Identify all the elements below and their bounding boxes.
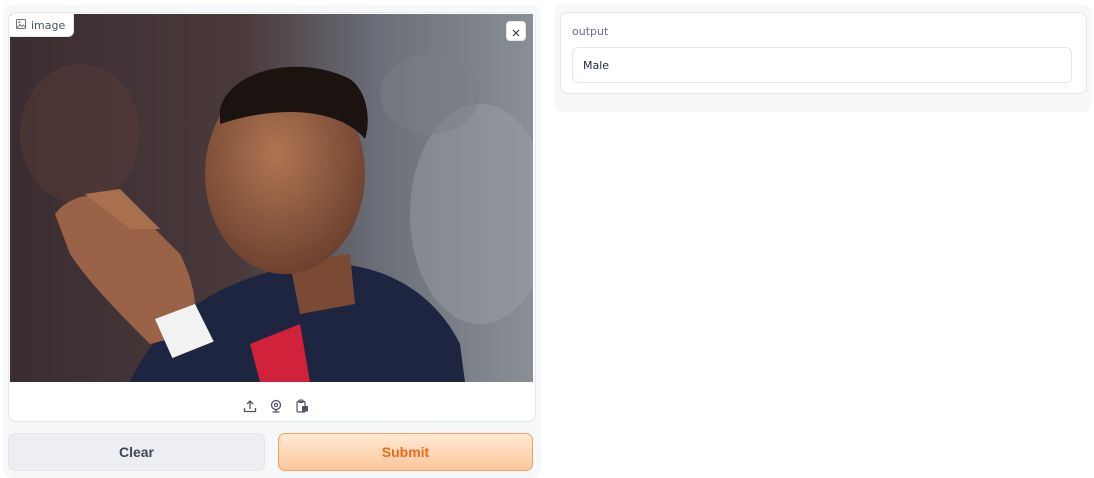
close-icon [512, 22, 520, 41]
clipboard-button[interactable] [294, 398, 310, 417]
image-icon [16, 18, 26, 32]
upload-button[interactable] [242, 399, 258, 415]
uploaded-image[interactable]: image [10, 14, 533, 382]
submit-button[interactable]: Submit [278, 433, 533, 471]
image-source-toolbar [21, 393, 531, 421]
image-label-text: image [31, 18, 66, 32]
clear-button[interactable]: Clear [8, 433, 265, 471]
output-label: output [572, 25, 609, 38]
clipboard-icon [295, 398, 309, 417]
webcam-icon [269, 398, 283, 417]
output-block: output Male [560, 12, 1087, 94]
output-textbox[interactable]: Male [572, 47, 1072, 83]
upload-icon [243, 398, 257, 417]
photo-illustration [10, 14, 533, 382]
webcam-button[interactable] [268, 399, 284, 415]
close-button[interactable] [506, 21, 526, 41]
image-label-badge: image [10, 14, 75, 37]
image-input-block: image [8, 12, 536, 422]
